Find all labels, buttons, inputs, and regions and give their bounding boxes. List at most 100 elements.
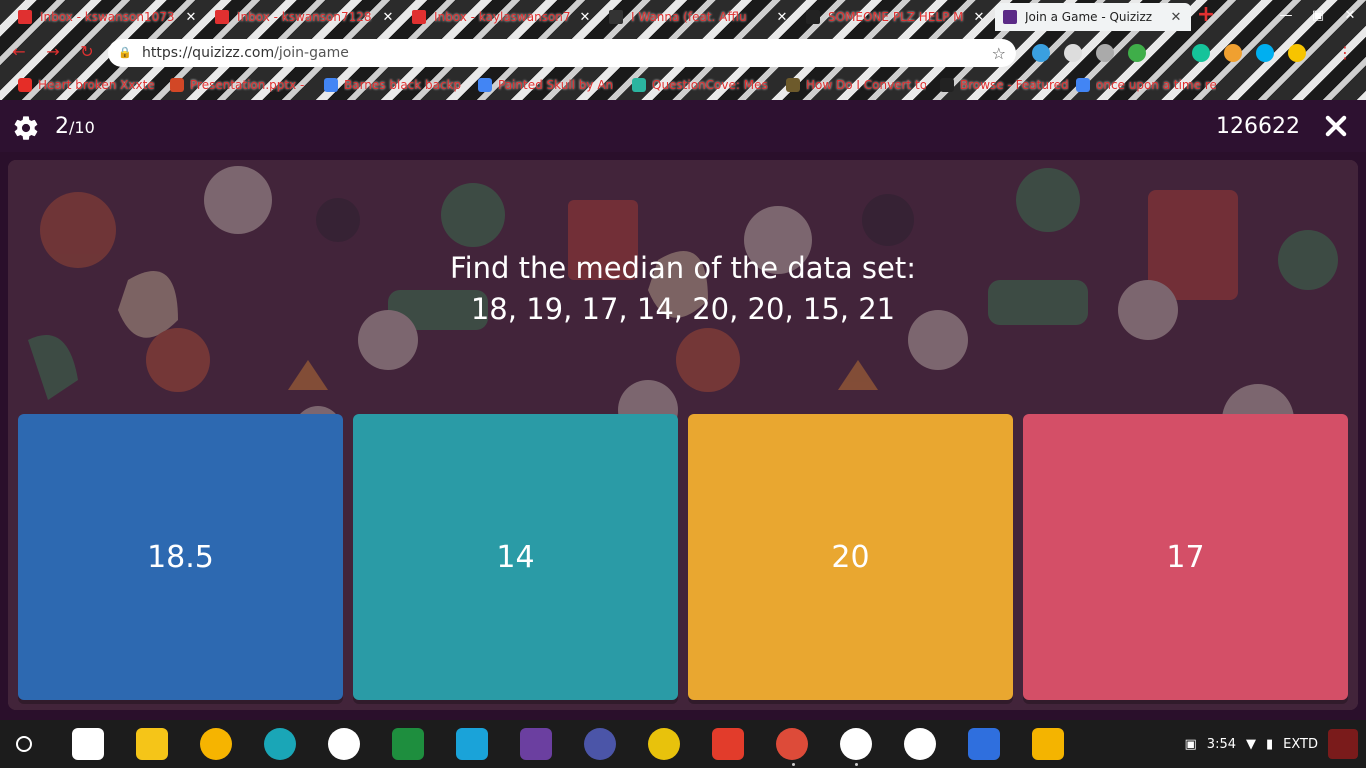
progress-total: /10 bbox=[69, 118, 95, 137]
progress-current: 2 bbox=[55, 114, 69, 139]
music-icon bbox=[609, 10, 623, 24]
browser-tab[interactable]: Join a Game - Quizizz ✕ bbox=[995, 3, 1191, 31]
droplet-app-icon[interactable] bbox=[264, 728, 296, 760]
chip-app-icon[interactable] bbox=[648, 728, 680, 760]
desmos-app-icon[interactable] bbox=[72, 728, 104, 760]
question-progress: 2/10 bbox=[55, 114, 95, 139]
bookmark-item[interactable]: once upon a time re bbox=[1076, 76, 1216, 94]
browser-tab[interactable]: I Wanna (feat. Afflu ✕ bbox=[601, 3, 797, 31]
tab-close-icon[interactable]: ✕ bbox=[775, 10, 789, 25]
bookmark-item[interactable]: Presentation.pptx - bbox=[170, 76, 310, 94]
tab-close-icon[interactable]: ✕ bbox=[578, 10, 592, 25]
extension-icon[interactable] bbox=[1064, 44, 1082, 62]
answer-option-3[interactable]: 20 bbox=[688, 414, 1013, 700]
browser-tab[interactable]: SOMEONE PLZ HELP M ✕ bbox=[798, 3, 994, 31]
question-text: Find the median of the data set: 18, 19,… bbox=[8, 248, 1358, 330]
tab-title: Inbox - kswanson7128 bbox=[237, 10, 372, 24]
extension-icon[interactable] bbox=[1096, 44, 1114, 62]
tab-close-icon[interactable]: ✕ bbox=[381, 10, 395, 25]
back-icon[interactable]: ← bbox=[8, 42, 30, 64]
status-tray[interactable]: ▣ 3:54 ▼ ▮ EXTD bbox=[1185, 720, 1366, 768]
b-icon bbox=[806, 10, 820, 24]
bookmark-label: once upon a time re bbox=[1096, 78, 1216, 92]
question-stage: Find the median of the data set: 18, 19,… bbox=[8, 160, 1358, 710]
bookmark-star-icon[interactable]: ☆ bbox=[992, 44, 1006, 63]
running-indicator bbox=[792, 763, 795, 766]
user-avatar[interactable] bbox=[1328, 729, 1358, 759]
window-close-icon[interactable]: ✕ bbox=[1340, 8, 1360, 26]
windows-app-icon[interactable] bbox=[712, 728, 744, 760]
address-bar[interactable]: 🔒 https://quizizz.com/join-game ☆ bbox=[108, 39, 1016, 67]
toolbar: ← → ↻ 🔒 https://quizizz.com/join-game ☆ … bbox=[0, 36, 1366, 68]
android-extension-icon[interactable] bbox=[1128, 44, 1146, 62]
clock: 3:54 bbox=[1206, 736, 1236, 752]
tab-title: Join a Game - Quizizz bbox=[1025, 10, 1153, 24]
browser-tab[interactable]: Inbox - kswanson1073 ✕ bbox=[10, 3, 206, 31]
answer-option-4[interactable]: 17 bbox=[1023, 414, 1348, 700]
v3-app-icon[interactable] bbox=[456, 728, 488, 760]
answer-option-label: 20 bbox=[831, 539, 870, 575]
webstore-app-icon[interactable] bbox=[904, 728, 936, 760]
google-icon bbox=[478, 78, 492, 92]
bookmark-label: QuestionCove: Mes bbox=[652, 78, 768, 92]
bookmark-item[interactable]: Browse - Featured bbox=[940, 76, 1080, 94]
bookmark-label: Browse - Featured bbox=[960, 78, 1069, 92]
emoji-extension-icon[interactable] bbox=[1288, 44, 1306, 62]
battery-icon: ▮ bbox=[1266, 736, 1274, 752]
maximize-icon[interactable]: ▣ bbox=[1308, 8, 1328, 26]
chrome-app-icon[interactable] bbox=[776, 728, 808, 760]
note-app-icon[interactable] bbox=[136, 728, 168, 760]
skype-icon[interactable] bbox=[1256, 44, 1274, 62]
bookmark-label: Presentation.pptx - bbox=[190, 78, 305, 92]
tab-close-icon[interactable]: ✕ bbox=[184, 10, 198, 25]
minimize-icon[interactable]: — bbox=[1276, 8, 1296, 26]
spotify-icon bbox=[940, 78, 954, 92]
screenshot-icon[interactable]: ▣ bbox=[1185, 737, 1197, 752]
gmail-icon bbox=[18, 10, 32, 24]
grammarly-icon[interactable] bbox=[1192, 44, 1210, 62]
google-icon bbox=[1076, 78, 1090, 92]
tab-title: I Wanna (feat. Afflu bbox=[631, 10, 747, 24]
browser-tab[interactable]: Inbox - kaylaswanson7 ✕ bbox=[404, 3, 600, 31]
bookmark-item[interactable]: QuestionCove: Mes bbox=[632, 76, 772, 94]
url-text: https://quizizz.com/join-game bbox=[142, 45, 349, 61]
browser-tab[interactable]: Inbox - kswanson7128 ✕ bbox=[207, 3, 403, 31]
browser-chrome: Inbox - kswanson1073 ✕ Inbox - kswanson712… bbox=[0, 0, 1366, 100]
youtube-icon bbox=[18, 78, 32, 92]
keep-app-icon[interactable] bbox=[200, 728, 232, 760]
launcher-icon[interactable] bbox=[16, 736, 32, 752]
gmail-app-icon[interactable] bbox=[840, 728, 872, 760]
tab-title: Inbox - kswanson1073 bbox=[40, 10, 175, 24]
answer-option-1[interactable]: 18.5 bbox=[18, 414, 343, 700]
answer-option-label: 17 bbox=[1166, 539, 1205, 575]
settings-gear-icon[interactable] bbox=[12, 114, 40, 142]
new-tab-button[interactable]: + bbox=[1196, 4, 1216, 26]
forward-icon[interactable]: → bbox=[42, 42, 64, 64]
answer-option-2[interactable]: 14 bbox=[353, 414, 678, 700]
bookmark-item[interactable]: Painted Skull by An bbox=[478, 76, 618, 94]
cloud-extension-icon[interactable] bbox=[1032, 44, 1050, 62]
tab-title: Inbox - kaylaswanson7 bbox=[434, 10, 571, 24]
close-icon[interactable] bbox=[1322, 112, 1350, 140]
gmail-icon bbox=[412, 10, 426, 24]
quizizz-app: 2/10 126622 Find the median of the data … bbox=[0, 100, 1366, 720]
bookmark-item[interactable]: Barnes black backp bbox=[324, 76, 464, 94]
bookmark-label: How Do I Convert to bbox=[806, 78, 926, 92]
tab-close-icon[interactable]: ✕ bbox=[1169, 10, 1183, 25]
onenote-app-icon[interactable] bbox=[520, 728, 552, 760]
reload-icon[interactable]: ↻ bbox=[76, 42, 98, 64]
menu-icon[interactable]: ⋮ bbox=[1336, 44, 1354, 62]
answer-option-label: 18.5 bbox=[147, 539, 214, 575]
docs-app-icon[interactable] bbox=[968, 728, 1000, 760]
bookmark-item[interactable]: Heart broken Xxxte bbox=[18, 76, 158, 94]
slides-app-icon[interactable] bbox=[1032, 728, 1064, 760]
extension-icon[interactable] bbox=[1224, 44, 1242, 62]
e-app-icon[interactable] bbox=[584, 728, 616, 760]
bookmark-item[interactable]: How Do I Convert to bbox=[786, 76, 926, 94]
gmail-icon bbox=[215, 10, 229, 24]
running-indicator bbox=[855, 763, 858, 766]
bookmark-label: Heart broken Xxxte bbox=[38, 78, 155, 92]
drive-app-icon[interactable] bbox=[328, 728, 360, 760]
classroom-app-icon[interactable] bbox=[392, 728, 424, 760]
tab-close-icon[interactable]: ✕ bbox=[972, 10, 986, 25]
